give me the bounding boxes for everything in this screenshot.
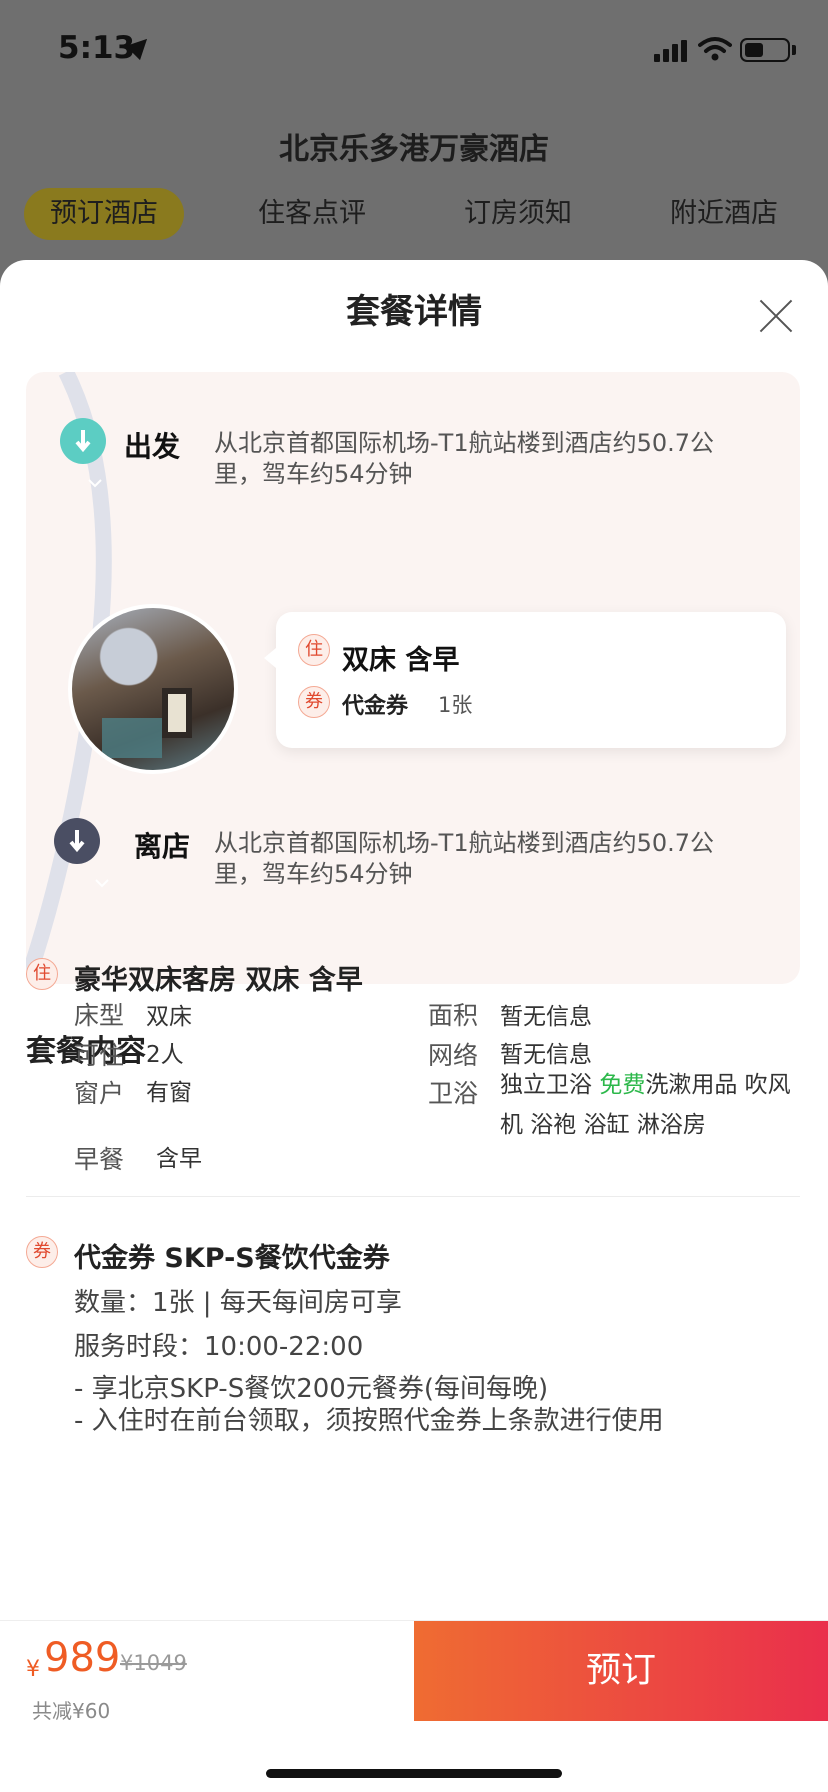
booking-footer: ¥ 989 ¥1049 共减¥60 预订 (0, 1620, 828, 1792)
checkout-label: 离店 (134, 830, 191, 863)
bed-type-key: 床型 (74, 1001, 125, 1030)
home-indicator (266, 1769, 562, 1778)
route-panel: 出发 从北京首都国际机场-T1航站楼到酒店约50.7公里，驾车约54分钟 住 双… (26, 372, 800, 984)
tab-booking-notes[interactable]: 订房须知 (438, 188, 598, 240)
tab-book-hotel[interactable]: 预订酒店 (24, 188, 184, 240)
close-icon[interactable] (756, 296, 796, 336)
voucher-hours: 服务时段：10:00-22:00 (74, 1332, 364, 1362)
hotel-photo (68, 604, 238, 774)
depart-pin-icon (60, 418, 106, 464)
original-price: ¥1049 (120, 1651, 187, 1675)
bathroom-private: 独立卫浴 (500, 1072, 600, 1098)
bed-type-value: 双床 (146, 1004, 192, 1030)
depart-desc: 从北京首都国际机场-T1航站楼到酒店约50.7公里，驾车约54分钟 (214, 429, 715, 488)
free-badge: 免费 (599, 1072, 646, 1098)
room-title: 豪华双床客房 双床 含早 (74, 965, 363, 996)
window-key: 窗户 (74, 1079, 125, 1108)
area-key: 面积 (428, 1001, 479, 1030)
voucher-note-2: - 入住时在前台领取，须按照代金券上条款进行使用 (74, 1406, 664, 1436)
bathroom-key: 卫浴 (428, 1079, 479, 1108)
battery-cap (792, 45, 796, 55)
current-price: 989 (44, 1635, 121, 1681)
room-tag: 住 (26, 958, 58, 990)
occupancy-key: 可住 (74, 1041, 125, 1070)
status-bar: 5:13 (0, 0, 828, 100)
wifi-icon (698, 37, 732, 61)
stay-tag: 住 (298, 634, 330, 666)
area-value: 暂无信息 (500, 1004, 592, 1030)
coupon-summary-label: 代金券 (342, 694, 409, 719)
package-summary-card: 住 双床 含早 券 代金券 1张 (264, 612, 786, 748)
section-divider (26, 1196, 800, 1197)
package-detail-sheet: 套餐详情 出发 从北京首都国际机场-T1航站楼到酒店约50.7公里，驾车约54分… (0, 260, 828, 1792)
voucher-title: 代金券 SKP-S餐饮代金券 (74, 1243, 390, 1274)
breakfast-key: 早餐 (74, 1145, 125, 1174)
checkout-desc: 从北京首都国际机场-T1航站楼到酒店约50.7公里，驾车约54分钟 (214, 829, 715, 888)
hotel-name: 北京乐多港万豪酒店 (279, 132, 549, 167)
sheet-title: 套餐详情 (346, 292, 482, 332)
tab-guest-reviews[interactable]: 住客点评 (232, 188, 392, 240)
occupancy-value: 2人 (146, 1042, 184, 1068)
voucher-quantity: 数量：1张 | 每天每间房可享 (74, 1288, 402, 1318)
breakfast-value: 含早 (156, 1146, 202, 1172)
cellular-signal-icon (654, 40, 688, 62)
depart-label: 出发 (124, 430, 181, 463)
tab-nearby-hotels[interactable]: 附近酒店 (644, 188, 804, 240)
window-value: 有窗 (146, 1080, 192, 1106)
price-currency: ¥ (26, 1657, 40, 1682)
stay-summary: 双床 含早 (342, 645, 460, 676)
network-key: 网络 (428, 1041, 479, 1070)
voucher-tag: 券 (26, 1236, 58, 1268)
network-value: 暂无信息 (500, 1042, 592, 1068)
status-time: 5:13 (58, 30, 136, 66)
coupon-summary-count: 1张 (438, 693, 473, 717)
bathroom-value: 独立卫浴 免费洗漱用品 吹风机 浴袍 浴缸 淋浴房 (500, 1065, 810, 1145)
battery-icon (740, 38, 790, 62)
checkout-pin-icon (54, 818, 100, 864)
hotel-tabs: 预订酒店 住客点评 订房须知 附近酒店 (0, 188, 828, 240)
coupon-tag: 券 (298, 686, 330, 718)
book-button[interactable]: 预订 (414, 1621, 828, 1721)
discount-amount: 共减¥60 (32, 1699, 111, 1723)
